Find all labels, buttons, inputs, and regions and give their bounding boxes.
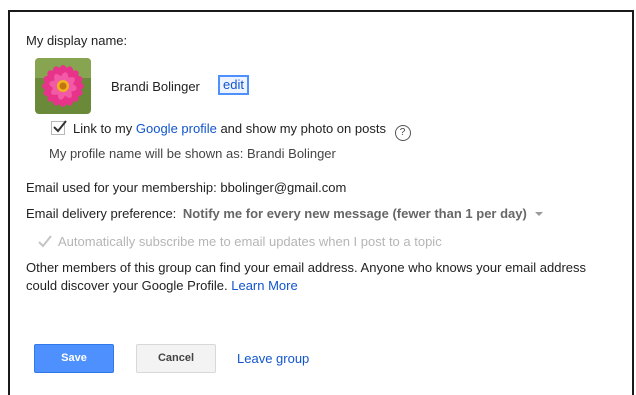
membership-email-row: Email used for your membership: bbolinge… <box>26 180 346 195</box>
auto-subscribe-checkbox[interactable] <box>38 235 52 249</box>
delivery-preference-select[interactable]: Notify me for every new message (fewer t… <box>183 206 543 221</box>
privacy-info-text: Other members of this group can find you… <box>26 260 586 293</box>
help-icon[interactable]: ? <box>394 125 411 141</box>
chevron-down-icon <box>534 212 543 216</box>
checkmark-icon <box>53 120 67 133</box>
learn-more-link[interactable]: Learn More <box>231 278 297 293</box>
avatar <box>35 58 91 114</box>
leave-group-link[interactable]: Leave group <box>237 351 309 366</box>
email-label: Email used for your membership: <box>26 180 217 195</box>
flower-photo <box>35 58 91 114</box>
privacy-info: Other members of this group can find you… <box>26 259 601 295</box>
edit-name-button[interactable]: edit <box>218 75 249 95</box>
checkmark-icon-disabled <box>38 235 52 248</box>
save-button[interactable]: Save <box>34 344 114 373</box>
link-profile-row: Link to my Google profile and show my ph… <box>73 121 411 141</box>
email-value: bbolinger@gmail.com <box>220 180 347 195</box>
auto-subscribe-label: Automatically subscribe me to email upda… <box>58 234 442 249</box>
profile-name-note: My profile name will be shown as: Brandi… <box>49 146 336 161</box>
display-name: Brandi Bolinger <box>111 79 200 94</box>
display-name-heading: My display name: <box>26 33 128 48</box>
delivery-preference-row: Email delivery preference: Notify me for… <box>26 206 543 221</box>
settings-panel <box>8 10 634 395</box>
link-profile-text-before: Link to my <box>73 121 133 136</box>
link-profile-checkbox[interactable] <box>51 120 67 135</box>
link-profile-text-after: and show my photo on posts <box>220 121 386 136</box>
delivery-selected-value: Notify me for every new message (fewer t… <box>182 206 527 221</box>
cancel-button[interactable]: Cancel <box>136 344 216 373</box>
delivery-label: Email delivery preference: <box>26 206 177 221</box>
google-profile-link[interactable]: Google profile <box>136 121 217 136</box>
